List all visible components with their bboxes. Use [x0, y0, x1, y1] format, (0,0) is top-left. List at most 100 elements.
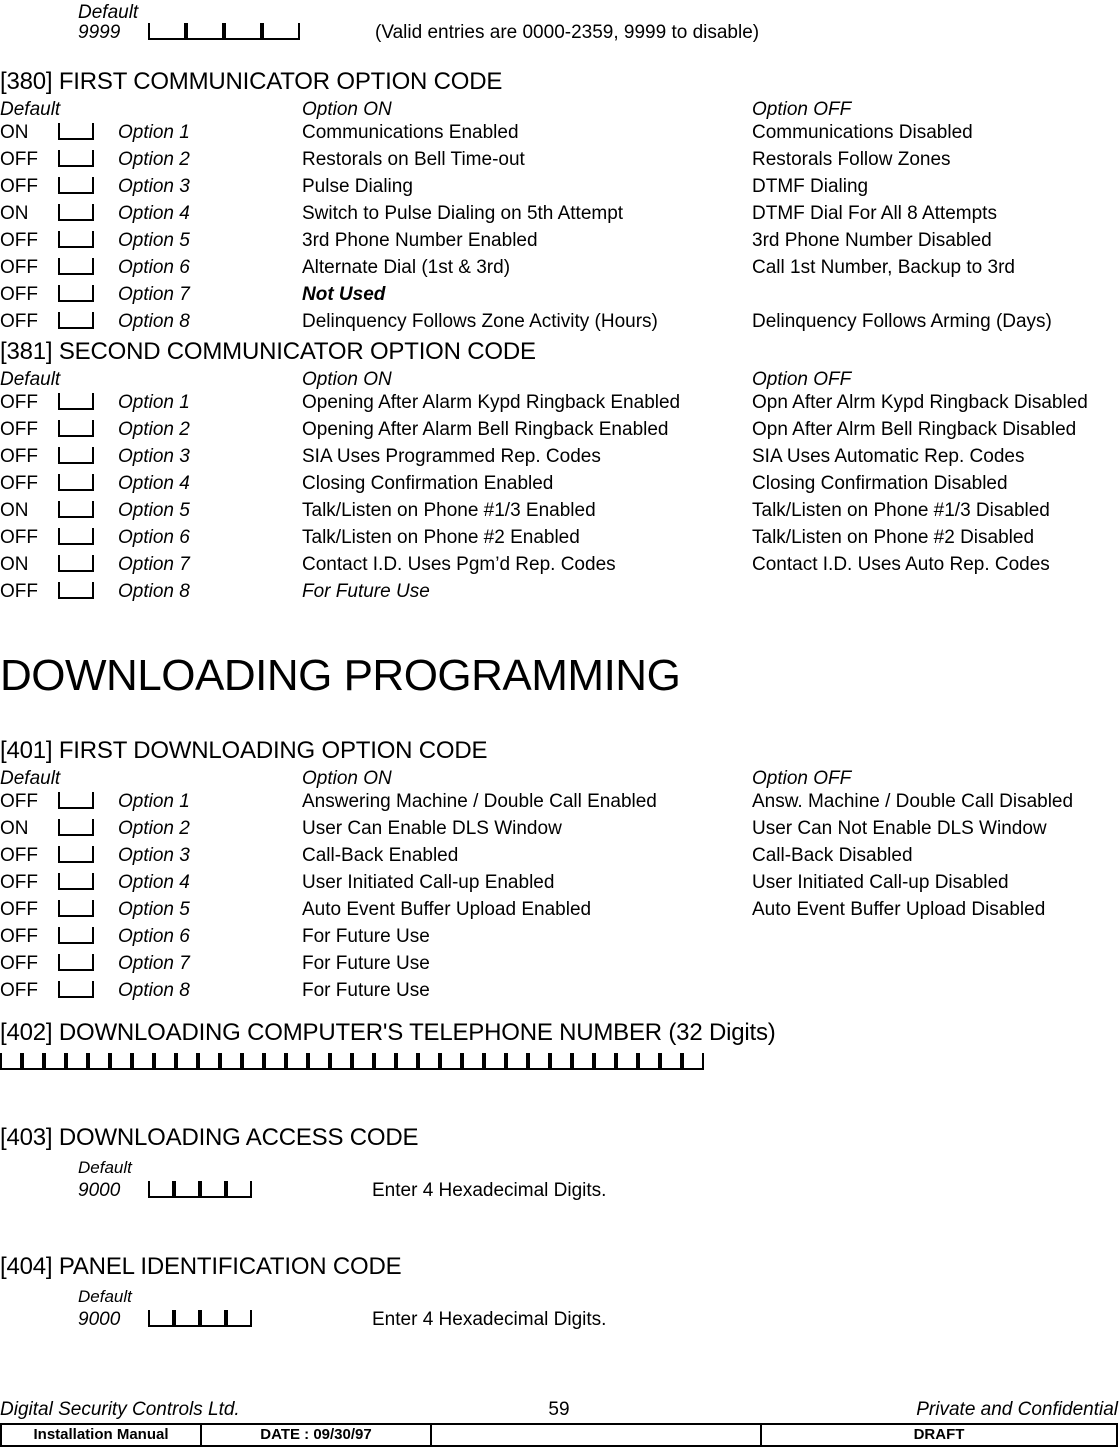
option-checkbox[interactable]	[58, 390, 94, 415]
option-label: Option 6	[118, 926, 190, 947]
option-checkbox[interactable]	[58, 978, 94, 1003]
default-value: 9000	[78, 1180, 121, 1201]
option-default-value: OFF	[0, 284, 38, 305]
header-option-off: Option OFF	[752, 99, 852, 120]
option-off-text: Call 1st Number, Backup to 3rd	[752, 257, 1015, 278]
option-checkbox[interactable]	[58, 789, 94, 814]
option-on-text: Talk/Listen on Phone #2 Enabled	[302, 527, 580, 548]
option-off-text: Opn After Alrm Kypd Ringback Disabled	[752, 392, 1088, 413]
option-checkbox[interactable]	[58, 897, 94, 922]
option-on-text: Call-Back Enabled	[302, 845, 459, 866]
hex-code-boxes[interactable]	[148, 1307, 252, 1332]
option-checkbox[interactable]	[58, 120, 94, 145]
option-default-value: OFF	[0, 581, 38, 602]
option-label: Option 7	[118, 953, 190, 974]
option-off-text: Closing Confirmation Disabled	[752, 473, 1008, 494]
option-checkbox[interactable]	[58, 471, 94, 496]
option-checkbox[interactable]	[58, 498, 94, 523]
option-checkbox[interactable]	[58, 255, 94, 280]
option-default-value: OFF	[0, 899, 38, 920]
option-checkbox[interactable]	[58, 816, 94, 841]
option-label: Option 1	[118, 392, 190, 413]
hex-digits-note: Enter 4 Hexadecimal Digits.	[372, 1309, 607, 1330]
option-row: OFF Option 2 Restorals on Bell Time-out Res…	[0, 147, 1120, 172]
option-checkbox[interactable]	[58, 579, 94, 604]
option-off-text: 3rd Phone Number Disabled	[752, 230, 992, 251]
option-label: Option 7	[118, 284, 190, 305]
section-title-380: [380] FIRST COMMUNICATOR OPTION CODE	[0, 68, 503, 95]
option-on-text: 3rd Phone Number Enabled	[302, 230, 538, 251]
option-off-text: Talk/Listen on Phone #2 Disabled	[752, 527, 1035, 548]
option-on-text: Talk/Listen on Phone #1/3 Enabled	[302, 500, 596, 521]
header-option-on: Option ON	[302, 768, 392, 789]
default-value: 9999	[78, 22, 121, 43]
option-checkbox[interactable]	[58, 309, 94, 334]
option-row: ON Option 1 Communications Enabled Communic…	[0, 120, 1120, 145]
document-page: Default 9999 (Valid entries are 0000-235…	[0, 0, 1120, 1449]
option-default-value: ON	[0, 818, 29, 839]
option-default-value: OFF	[0, 311, 38, 332]
header-default: Default	[0, 768, 61, 789]
option-row: OFF Option 6 Alternate Dial (1st & 3rd) Cal…	[0, 255, 1120, 280]
option-checkbox[interactable]	[58, 228, 94, 253]
option-off-text: User Initiated Call-up Disabled	[752, 872, 1009, 893]
option-checkbox[interactable]	[58, 552, 94, 577]
option-default-value: ON	[0, 122, 29, 143]
footer-cell-blank	[432, 1425, 762, 1445]
option-checkbox[interactable]	[58, 201, 94, 226]
option-on-text: Communications Enabled	[302, 122, 519, 143]
header-option-on: Option ON	[302, 99, 392, 120]
option-off-text: Answ. Machine / Double Call Disabled	[752, 791, 1074, 812]
option-on-text: For Future Use	[302, 980, 430, 1001]
option-row: ON Option 5 Talk/Listen on Phone #1/3 Enab…	[0, 498, 1120, 523]
option-row: OFF Option 2 Opening After Alarm Bell Ring…	[0, 417, 1120, 442]
option-checkbox[interactable]	[58, 951, 94, 976]
option-on-text: Alternate Dial (1st & 3rd)	[302, 257, 511, 278]
option-on-text: Restorals on Bell Time-out	[302, 149, 525, 170]
option-off-text: Communications Disabled	[752, 122, 973, 143]
option-on-text: Opening After Alarm Bell Ringback Enable…	[302, 419, 669, 440]
option-off-text: Call-Back Disabled	[752, 845, 913, 866]
option-row: ON Option 4 Switch to Pulse Dialing on 5th…	[0, 201, 1120, 226]
option-default-value: OFF	[0, 791, 38, 812]
option-on-text: SIA Uses Programmed Rep. Codes	[302, 446, 601, 467]
hex-code-boxes[interactable]	[148, 1178, 252, 1203]
footer-cell-date: DATE : 09/30/97	[202, 1425, 432, 1445]
option-label: Option 3	[118, 446, 190, 467]
time-entry-boxes[interactable]	[148, 20, 300, 45]
section-title-403: [403] DOWNLOADING ACCESS CODE	[0, 1124, 419, 1151]
option-label: Option 8	[118, 311, 190, 332]
option-label: Option 2	[118, 149, 190, 170]
section-title-401: [401] FIRST DOWNLOADING OPTION CODE	[0, 737, 488, 764]
option-row: OFF Option 1 Opening After Alarm Kypd Ring…	[0, 390, 1120, 415]
option-row: OFF Option 3 Pulse Dialing DTMF Dialing	[0, 174, 1120, 199]
option-checkbox[interactable]	[58, 417, 94, 442]
option-default-value: ON	[0, 203, 29, 224]
option-checkbox[interactable]	[58, 870, 94, 895]
option-default-value: ON	[0, 554, 29, 575]
option-checkbox[interactable]	[58, 147, 94, 172]
option-default-value: OFF	[0, 149, 38, 170]
option-checkbox[interactable]	[58, 282, 94, 307]
option-checkbox[interactable]	[58, 174, 94, 199]
column-headers-381: Default Option ON Option OFF	[0, 367, 1120, 392]
default-value-row-404: 9000 Enter 4 Hexadecimal Digits.	[0, 1307, 1120, 1332]
option-label: Option 5	[118, 500, 190, 521]
option-on-text: Auto Event Buffer Upload Enabled	[302, 899, 592, 920]
option-label: Option 3	[118, 845, 190, 866]
header-option-off: Option OFF	[752, 768, 852, 789]
valid-entries-note: (Valid entries are 0000-2359, 9999 to di…	[375, 22, 760, 43]
option-checkbox[interactable]	[58, 924, 94, 949]
option-checkbox[interactable]	[58, 444, 94, 469]
option-default-value: OFF	[0, 446, 38, 467]
option-default-value: ON	[0, 500, 29, 521]
section-title-404: [404] PANEL IDENTIFICATION CODE	[0, 1253, 402, 1280]
option-checkbox[interactable]	[58, 843, 94, 868]
option-checkbox[interactable]	[58, 525, 94, 550]
phone-number-entry-boxes[interactable]	[0, 1050, 1120, 1075]
option-row: OFF Option 6 For Future Use	[0, 924, 1120, 949]
option-label: Option 2	[118, 419, 190, 440]
option-off-text: Delinquency Follows Arming (Days)	[752, 311, 1052, 332]
option-row: OFF Option 7 Not Used	[0, 282, 1120, 307]
option-on-text: For Future Use	[302, 581, 430, 602]
